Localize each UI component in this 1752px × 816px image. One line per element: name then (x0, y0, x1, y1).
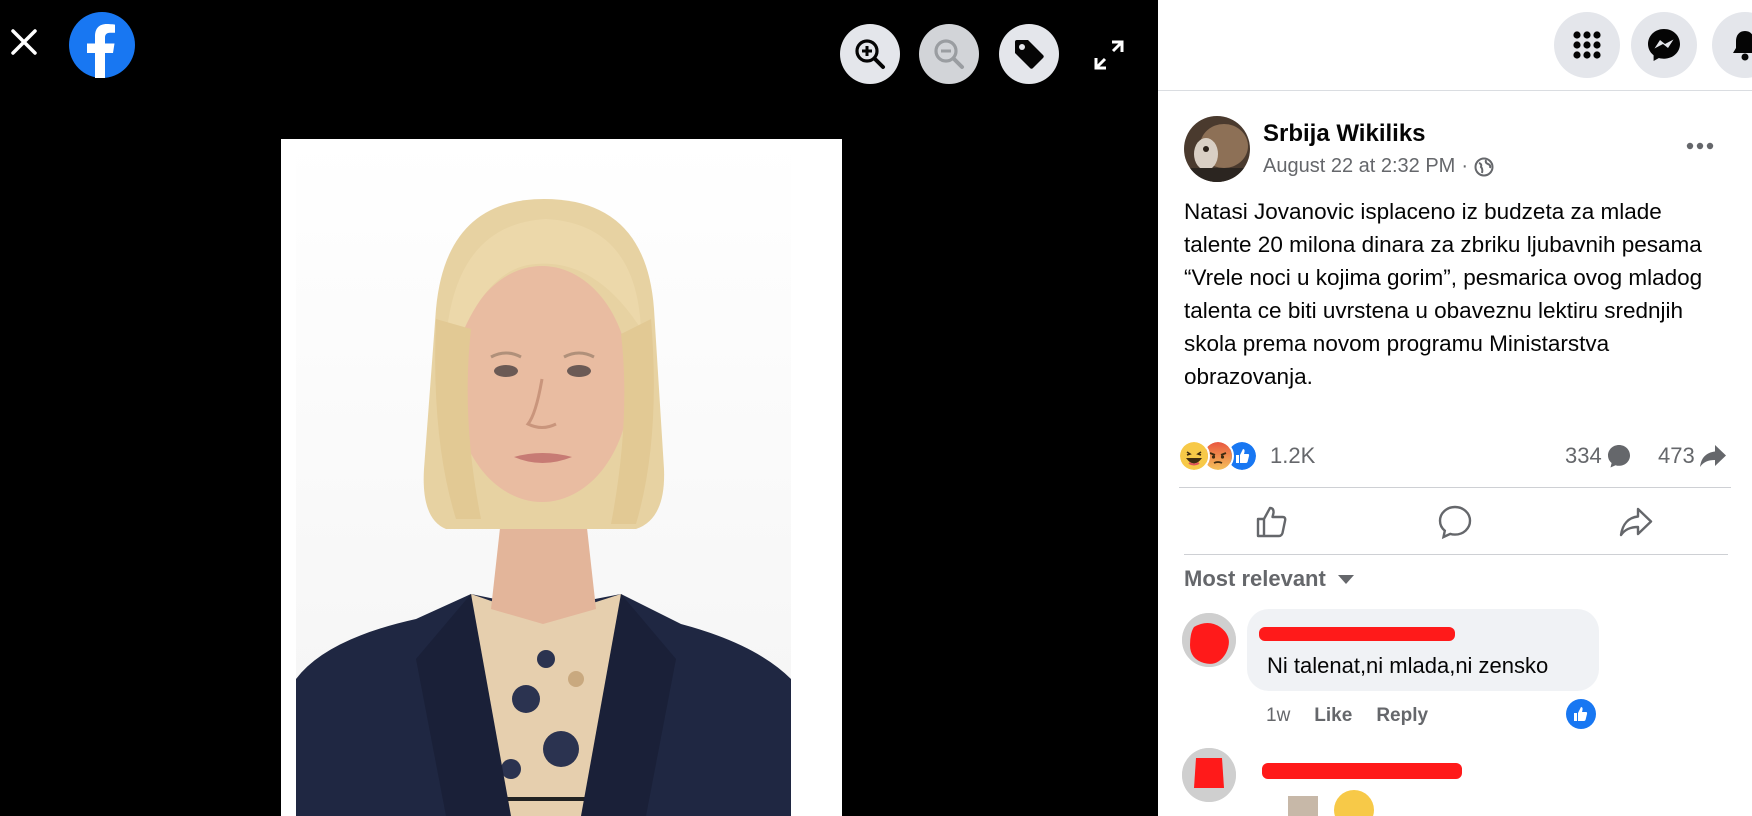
comment-like-link[interactable]: Like (1314, 705, 1352, 727)
tag-photo-button[interactable] (999, 24, 1059, 84)
comment-text: Ni talenat,ni mlada,ni zensko (1267, 653, 1549, 678)
post-meta: August 22 at 2:32 PM · (1263, 155, 1494, 178)
comment-button[interactable] (1433, 500, 1477, 544)
zoom-in-button[interactable] (840, 24, 900, 84)
post-panel: Srbija Wikiliks August 22 at 2:32 PM · N… (1158, 0, 1752, 816)
comment-reaction-badge[interactable] (1566, 699, 1596, 729)
messenger-button[interactable] (1631, 12, 1697, 78)
redacted-commenter-name (1259, 627, 1455, 641)
redacted-avatar-image (1182, 613, 1236, 667)
comment-sort-dropdown[interactable]: Most relevant (1184, 566, 1356, 592)
redacted-commenter-name-2 (1262, 763, 1462, 779)
commenter-avatar[interactable] (1182, 613, 1236, 667)
photo-viewer (0, 0, 1158, 816)
close-icon[interactable] (8, 26, 40, 58)
reactions-divider (1179, 487, 1731, 488)
comment-count[interactable]: 334 (1565, 443, 1632, 469)
share-count-value: 473 (1658, 443, 1695, 468)
page-avatar-image (1184, 116, 1250, 182)
comment-time[interactable]: 1w (1266, 705, 1290, 727)
comment-icon (1438, 505, 1472, 540)
comment-bubble-icon (1607, 445, 1630, 468)
comment-bubble: Ni talenat,ni mlada,ni zensko (1247, 609, 1599, 691)
zoom-out-icon (934, 39, 964, 69)
grid-menu-icon (1573, 31, 1601, 59)
menu-button[interactable] (1554, 12, 1620, 78)
comment-2-preview (1288, 790, 1378, 816)
meta-separator: · (1461, 155, 1469, 177)
post-photo (281, 139, 842, 816)
thumbs-up-icon (1256, 506, 1287, 538)
share-count[interactable]: 473 (1658, 443, 1727, 469)
fullscreen-icon[interactable] (1092, 38, 1126, 72)
top-bar (1158, 0, 1752, 91)
redacted-avatar-image-2 (1182, 748, 1236, 802)
share-arrow-icon (1699, 445, 1726, 467)
post-text: Natasi Jovanovic isplaceno iz budzeta za… (1184, 199, 1703, 389)
comment-count-value: 334 (1565, 443, 1602, 468)
messenger-icon (1648, 29, 1680, 61)
facebook-logo-icon[interactable] (69, 12, 135, 78)
portrait-image (296, 199, 791, 816)
globe-icon (1474, 157, 1494, 176)
actions-divider (1184, 554, 1728, 555)
comment-reply-link[interactable]: Reply (1376, 705, 1428, 727)
reactions-summary[interactable]: 1.2K (1178, 440, 1315, 472)
zoom-in-icon (855, 39, 885, 69)
comment-sort-label: Most relevant (1184, 566, 1326, 591)
post-timestamp[interactable]: August 22 at 2:32 PM (1263, 155, 1455, 178)
share-button[interactable] (1614, 500, 1658, 544)
zoom-out-button[interactable] (919, 24, 979, 84)
commenter-avatar-2[interactable] (1182, 748, 1236, 802)
page-avatar[interactable] (1184, 116, 1250, 182)
like-button[interactable] (1250, 500, 1294, 544)
comment-actions: 1w Like Reply (1266, 705, 1452, 727)
caret-down-icon (1337, 575, 1354, 584)
more-options-icon[interactable] (1678, 128, 1722, 164)
page-name[interactable]: Srbija Wikiliks (1263, 120, 1426, 148)
like-badge-icon (1574, 707, 1588, 721)
share-icon (1619, 507, 1653, 537)
reaction-count[interactable]: 1.2K (1270, 443, 1315, 469)
haha-icon (1178, 440, 1210, 472)
bell-icon (1733, 31, 1752, 61)
tag-icon (1015, 40, 1044, 69)
notifications-button[interactable] (1712, 12, 1752, 78)
